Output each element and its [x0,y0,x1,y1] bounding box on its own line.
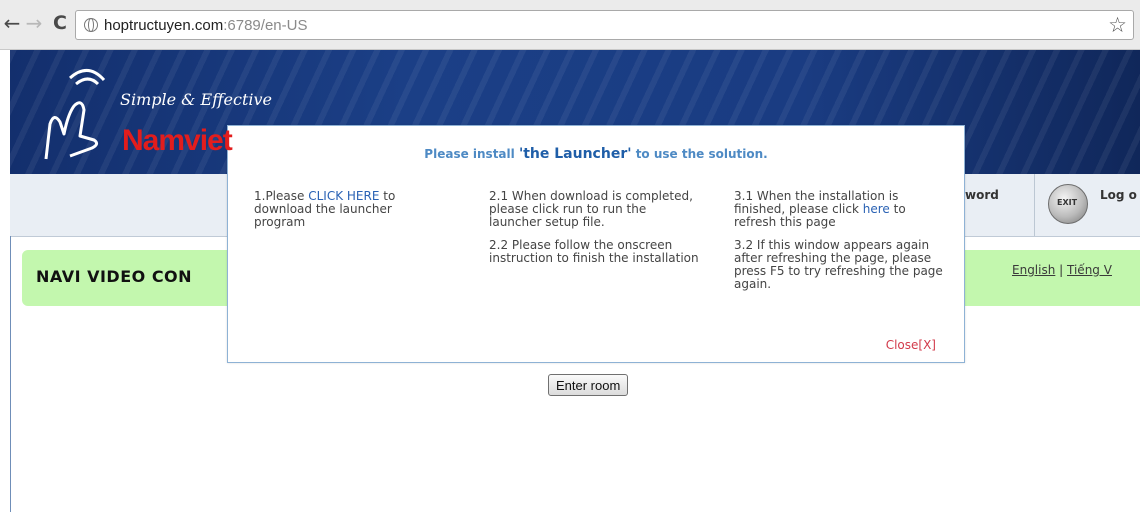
globe-icon [84,18,98,32]
url-path: :6789/en-US [223,17,308,34]
step-2-1-text: 2.1 When download is completed, please c… [489,189,693,229]
reload-icon[interactable]: C [50,12,70,34]
language-switcher: English | Tiếng V [1012,263,1112,277]
step-1-pre: 1.Please [254,189,309,203]
logout-icon-label: EXIT [1057,198,1078,207]
dialog-title-highlight: 'the Launcher' [518,146,632,162]
url-text: hoptructuyen.com:6789/en-US [104,17,307,34]
content-border [10,236,11,512]
page-title: NAVI VIDEO CON [36,267,193,286]
step-3-2-text: 3.2 If this window appears again after r… [734,238,943,291]
star-icon[interactable]: ☆ [1108,13,1127,37]
step-3-1-text: 3.1 When the installation is finished, p… [734,190,949,229]
language-english-link[interactable]: English [1012,263,1055,277]
tagline: Simple & Effective [120,90,272,109]
refresh-here-link[interactable]: here [863,202,890,216]
change-password-link[interactable]: word [965,188,999,202]
logout-icon[interactable]: EXIT [1048,184,1088,224]
step-1-column: 1.Please CLICK HERE to download the laun… [254,190,444,239]
forward-arrow-icon[interactable]: → [24,12,44,34]
url-host: hoptructuyen.com [104,17,224,34]
brand-logo-text: Namviet [122,124,233,157]
download-click-here-link[interactable]: CLICK HERE [308,189,379,203]
dialog-title-post: to use the solution. [631,147,768,161]
step-1-text: 1.Please CLICK HERE to download the laun… [254,190,444,229]
dialog-title: Please install 'the Launcher' to use the… [228,146,964,162]
hand-logo-icon [44,69,106,160]
logout-link[interactable]: Log o [1100,188,1137,202]
address-bar[interactable]: hoptructuyen.com:6789/en-US ☆ [75,10,1134,40]
step-2-column: 2.1 When download is completed, please c… [489,190,699,275]
step-2-2-text: 2.2 Please follow the onscreen instructi… [489,238,699,265]
back-arrow-icon[interactable]: ← [2,12,22,34]
language-separator: | [1055,263,1068,277]
browser-toolbar: ← → C hoptructuyen.com:6789/en-US ☆ [0,0,1140,50]
install-launcher-dialog: Please install 'the Launcher' to use the… [227,125,965,363]
nav-divider [1034,174,1035,236]
dialog-close-link[interactable]: Close[X] [886,338,936,352]
step-3-column: 3.1 When the installation is finished, p… [734,190,949,301]
dialog-title-pre: Please install [424,147,519,161]
language-vietnamese-link[interactable]: Tiếng V [1067,263,1112,277]
enter-room-button[interactable]: Enter room [548,374,629,396]
